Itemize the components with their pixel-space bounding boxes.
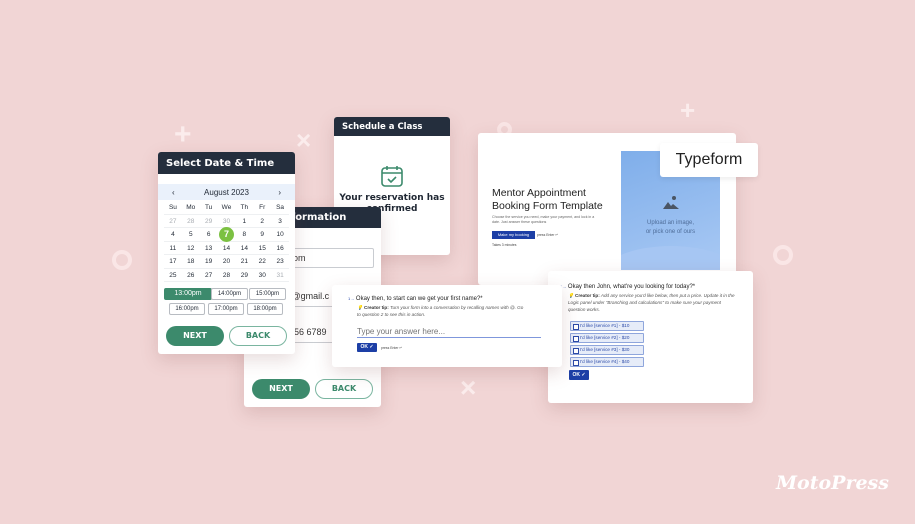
first-name-input[interactable]	[357, 325, 541, 338]
calendar-day[interactable]: 15	[253, 242, 272, 255]
service-question-card: 1→ Okay then John, what're you looking f…	[548, 271, 753, 403]
calendar-day[interactable]: 22	[253, 255, 272, 269]
calendar-day[interactable]: 31	[271, 269, 289, 282]
ok-button[interactable]: OK ✓	[357, 343, 377, 352]
template-title-line2: Booking Form Template	[492, 200, 603, 212]
calendar-day[interactable]: 8	[235, 228, 254, 242]
ok-button[interactable]: OK ✓	[569, 370, 589, 380]
calendar-day[interactable]: 4	[164, 228, 182, 242]
template-title-line1: Mentor Appointment	[492, 187, 586, 199]
calendar-day[interactable]: 9	[253, 228, 272, 242]
card-title: Select Date & Time	[158, 152, 295, 174]
calendar-day-selected[interactable]: 7	[217, 227, 236, 242]
calendar-day[interactable]: 17	[164, 255, 182, 269]
time-slot-button[interactable]: 15:00pm	[249, 288, 286, 300]
calendar-day[interactable]: 30	[253, 269, 272, 282]
cross-decoration: ×	[296, 125, 312, 155]
press-enter-hint: press Enter ↵	[381, 346, 403, 350]
calendar-day[interactable]: 2	[253, 215, 272, 228]
ring-decoration	[112, 250, 132, 270]
press-enter-hint: press Enter ↵	[537, 233, 559, 237]
calendar-check-icon	[381, 166, 403, 187]
image-icon	[663, 196, 679, 209]
calendar-day[interactable]: 21	[235, 255, 254, 269]
calendar-day[interactable]: 5	[181, 228, 200, 242]
name-question-card: 1→ Okay then, to start can we get your f…	[332, 285, 562, 367]
calendar-day[interactable]: 14	[235, 242, 254, 255]
date-time-card: Select Date & Time ‹ August 2023 › Su Mo T…	[158, 152, 295, 354]
weekday-label: We	[217, 201, 236, 215]
time-slot-button[interactable]: 13:00pm	[164, 288, 212, 300]
time-slot-button[interactable]: 14:00pm	[211, 288, 248, 300]
weekday-label: Su	[164, 201, 182, 215]
question-number: 1→	[348, 296, 355, 301]
calendar-day[interactable]: 11	[164, 242, 182, 255]
confirmation-line1: Your reservation has	[339, 193, 445, 203]
weekday-label: Tu	[199, 201, 218, 215]
calendar-day[interactable]: 29	[199, 215, 218, 228]
service-option[interactable]: I'd like [service #2] - $20	[570, 333, 644, 343]
back-button[interactable]: BACK	[229, 326, 287, 346]
next-month-button[interactable]: ›	[278, 188, 281, 197]
ring-decoration	[773, 245, 793, 265]
time-slot-button[interactable]: 17:00pm	[208, 303, 244, 315]
weekday-label: Fr	[253, 201, 272, 215]
next-button[interactable]: NEXT	[166, 326, 224, 346]
prev-month-button[interactable]: ‹	[172, 188, 175, 197]
template-description: date. Just answer these questions	[492, 220, 547, 224]
plus-decoration: +	[680, 95, 696, 125]
calendar-day[interactable]: 26	[181, 269, 200, 282]
upload-text: Upload an image,	[646, 220, 695, 226]
calendar-day[interactable]: 23	[271, 255, 289, 269]
month-label: August 2023	[204, 187, 249, 197]
weekday-label: Sa	[271, 201, 289, 215]
calendar-day[interactable]: 29	[235, 269, 254, 282]
plus-decoration: +	[174, 118, 192, 151]
calendar-day[interactable]: 13	[199, 242, 218, 255]
duration-hint: Takes 3 minutes	[492, 243, 517, 247]
calendar-grid: Su Mo Tu We Th Fr Sa 27 28 29 30 1 2 3 4 5 6 7 8 9 10 11 12 13 1…	[164, 201, 289, 282]
question-text: Okay then, to start can we get your firs…	[355, 296, 483, 302]
calendar-day[interactable]: 20	[217, 255, 236, 269]
time-slot-button[interactable]: 16:00pm	[169, 303, 205, 315]
calendar-day[interactable]: 18	[181, 255, 200, 269]
cross-decoration: ×	[460, 372, 477, 403]
typeform-badge: Typeform	[660, 143, 758, 177]
calendar-day[interactable]: 28	[181, 215, 200, 228]
calendar-day[interactable]: 25	[164, 269, 182, 282]
calendar-day[interactable]: 3	[271, 215, 289, 228]
calendar-day[interactable]: 12	[181, 242, 200, 255]
calendar-day[interactable]: 10	[271, 228, 289, 242]
service-option[interactable]: I'd like [service #1] - $10	[570, 321, 644, 331]
upload-text: or pick one of ours	[645, 229, 696, 235]
back-button[interactable]: BACK	[315, 379, 373, 399]
calendar-day[interactable]: 27	[199, 269, 218, 282]
calendar-day[interactable]: 14	[217, 242, 236, 255]
calendar-day[interactable]: 19	[199, 255, 218, 269]
weekday-label: Th	[235, 201, 254, 215]
service-option[interactable]: I'd like [service #3] - $30	[570, 345, 644, 355]
calendar-day[interactable]: 27	[164, 215, 182, 228]
calendar-day[interactable]: 6	[199, 228, 218, 242]
calendar-day[interactable]: 28	[217, 269, 236, 282]
weekday-label: Mo	[181, 201, 200, 215]
motopress-logo: MotoPress	[776, 472, 889, 494]
next-button[interactable]: NEXT	[252, 379, 310, 399]
calendar-day[interactable]: 1	[235, 215, 254, 228]
service-option[interactable]: I'd like [service #4] - $40	[570, 357, 644, 367]
card-title: Schedule a Class	[334, 117, 450, 136]
time-slot-button[interactable]: 18:00pm	[247, 303, 283, 315]
question-text: Okay then John, what're you looking for …	[567, 284, 696, 290]
calendar-day[interactable]: 30	[217, 215, 236, 228]
calendar-day[interactable]: 16	[271, 242, 289, 255]
make-booking-button[interactable]: Make my booking	[492, 231, 535, 239]
